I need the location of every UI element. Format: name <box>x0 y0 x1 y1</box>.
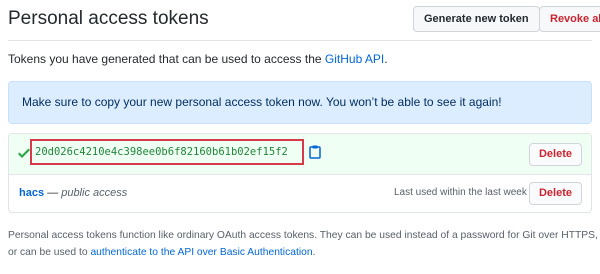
token-name-link[interactable]: hacs <box>19 187 44 199</box>
token-row-hacs: hacs — public access Last used within th… <box>9 175 591 213</box>
intro-text: Tokens you have generated that can be us… <box>8 52 388 66</box>
footer-line-2-prefix: or can be used to <box>8 247 88 258</box>
token-highlight-box: 20d026c4210e4c398ee0b6f82160b61b02ef15f2 <box>30 139 304 165</box>
token-scope: public access <box>61 187 128 199</box>
footer-text: Personal access tokens function like ord… <box>8 227 598 261</box>
page-header: Personal access tokens Generate new toke… <box>8 0 600 41</box>
footer-line-2-suffix: . <box>312 247 316 258</box>
last-used-text: Last used within the last week <box>394 187 527 198</box>
token-separator: — <box>44 187 62 199</box>
footer-line-1: Personal access tokens function like ord… <box>8 230 598 241</box>
footer-line-2: or can be used to authenticate to the AP… <box>8 244 598 261</box>
revoke-all-button[interactable]: Revoke all <box>539 6 600 32</box>
copy-token-notice: Make sure to copy your new personal acce… <box>8 81 592 124</box>
new-token-row: 20d026c4210e4c398ee0b6f82160b61b02ef15f2… <box>9 134 591 175</box>
basic-auth-link[interactable]: authenticate to the API over Basic Authe… <box>90 247 312 258</box>
clipboard-icon[interactable] <box>309 145 321 159</box>
delete-new-token-button[interactable]: Delete <box>528 143 582 166</box>
token-list: 20d026c4210e4c398ee0b6f82160b61b02ef15f2… <box>8 133 592 213</box>
token-name: hacs — public access <box>19 187 127 199</box>
generate-new-token-button[interactable]: Generate new token <box>413 6 540 32</box>
intro-text-suffix: . <box>384 52 388 66</box>
intro-text-body: Tokens you have generated that can be us… <box>8 52 322 66</box>
delete-hacs-token-button[interactable]: Delete <box>528 182 582 205</box>
token-value[interactable]: 20d026c4210e4c398ee0b6f82160b61b02ef15f2 <box>35 146 288 158</box>
github-api-link[interactable]: GitHub API <box>325 52 384 66</box>
page-title: Personal access tokens <box>8 8 209 29</box>
check-icon <box>18 148 30 158</box>
